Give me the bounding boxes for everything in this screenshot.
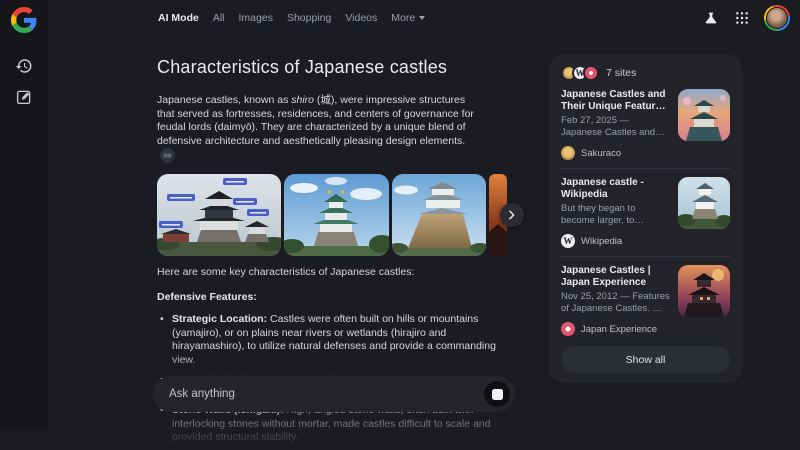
source-title: Japanese Castles | Japan Experience: [561, 265, 670, 289]
source-snippet: Feb 27, 2025 — Japanese Castles and Thei…: [561, 115, 670, 138]
link-icon: [163, 151, 172, 160]
search-tabs: AI Mode All Images Shopping Videos More: [158, 0, 425, 36]
tab-more[interactable]: More: [391, 12, 425, 24]
profile-avatar[interactable]: [764, 5, 790, 31]
tab-images[interactable]: Images: [239, 12, 273, 24]
sources-header[interactable]: W 7 sites: [561, 65, 730, 81]
carousel-image-stone-base-castle[interactable]: [392, 174, 486, 256]
page-title: Characteristics of Japanese castles: [157, 57, 519, 78]
source-item-sakuraco[interactable]: Japanese Castles and Their Unique Featur…: [561, 89, 730, 160]
citation-chip[interactable]: [160, 148, 175, 163]
carousel-next-button[interactable]: [500, 203, 524, 227]
source-name: Wikipedia: [581, 236, 622, 247]
stop-icon: [492, 389, 503, 400]
source-snippet: Nov 25, 2012 — Features of Japanese Cast…: [561, 291, 670, 314]
compose-icon: [15, 88, 33, 106]
intro-text-1: Japanese castles, known as: [157, 94, 291, 106]
source-title: Japanese Castles and Their Unique Featur…: [561, 89, 670, 113]
labs-button[interactable]: [702, 9, 720, 27]
favicon-wikipedia-icon: W: [561, 234, 575, 248]
source-snippet: But they began to become larger, to inco…: [561, 203, 670, 226]
castle-photo-2: [284, 174, 389, 256]
castle-photo-3: [392, 174, 486, 256]
source-attribution: W Wikipedia: [561, 234, 730, 248]
tab-more-label: More: [391, 12, 415, 24]
bullet-term: Strategic Location:: [172, 313, 267, 325]
source-name: Japan Experience: [581, 324, 657, 335]
source-title: Japanese castle - Wikipedia: [561, 177, 670, 201]
section-intro: Here are some key characteristics of Jap…: [157, 266, 519, 280]
compose-button[interactable]: [15, 88, 33, 106]
carousel-image-green-roof-castle[interactable]: [284, 174, 389, 256]
source-attribution: Sakuraco: [561, 146, 730, 160]
flask-icon: [703, 10, 719, 26]
carousel-image-labeled-castle[interactable]: [157, 174, 281, 256]
left-rail: [0, 0, 48, 428]
tab-shopping[interactable]: Shopping: [287, 12, 331, 24]
google-g-icon: [11, 7, 37, 33]
intro-italic-shiro: shiro: [291, 94, 314, 106]
castle-photo-1: [157, 174, 281, 256]
favicon-japan-experience-icon: [583, 65, 599, 81]
source-attribution: Japan Experience: [561, 322, 730, 336]
ask-input[interactable]: [153, 376, 484, 412]
source-name: Sakuraco: [581, 148, 621, 159]
source-thumbnail: [678, 177, 730, 229]
apps-grid-icon: [734, 10, 750, 26]
history-button[interactable]: [15, 57, 33, 75]
sources-panel: W 7 sites Japanese Castles and Their Uni…: [549, 54, 742, 383]
top-actions: [702, 0, 790, 36]
google-logo[interactable]: [11, 7, 37, 33]
stop-button[interactable]: [484, 381, 510, 407]
sites-count-label: 7 sites: [606, 67, 636, 79]
wikipedia-letter: W: [564, 237, 573, 246]
favicon-sakuraco-icon: [561, 146, 575, 160]
history-icon: [15, 57, 33, 75]
chevron-right-icon: [507, 210, 517, 220]
favicon-japan-experience-icon: [561, 322, 575, 336]
ask-bar: [153, 376, 515, 412]
source-thumbnail: [678, 89, 730, 141]
bullet-strategic-location: Strategic Location: Castles were often b…: [157, 313, 505, 367]
section-heading: Defensive Features:: [157, 291, 519, 305]
apps-grid-button[interactable]: [733, 9, 751, 27]
tab-all[interactable]: All: [213, 12, 225, 24]
divider: [561, 256, 730, 257]
image-carousel: [157, 174, 519, 256]
avatar-photo: [766, 7, 788, 29]
intro-paragraph: Japanese castles, known as shiro (城), we…: [157, 94, 481, 163]
source-item-wikipedia[interactable]: Japanese castle - Wikipedia But they beg…: [561, 177, 730, 248]
tab-ai-mode[interactable]: AI Mode: [158, 12, 199, 24]
tab-videos[interactable]: Videos: [345, 12, 377, 24]
show-all-button[interactable]: Show all: [561, 346, 730, 373]
divider: [561, 168, 730, 169]
source-thumbnail: [678, 265, 730, 317]
favicon-stack: W: [561, 65, 599, 81]
caret-down-icon: [419, 16, 425, 20]
source-item-japan-experience[interactable]: Japanese Castles | Japan Experience Nov …: [561, 265, 730, 336]
